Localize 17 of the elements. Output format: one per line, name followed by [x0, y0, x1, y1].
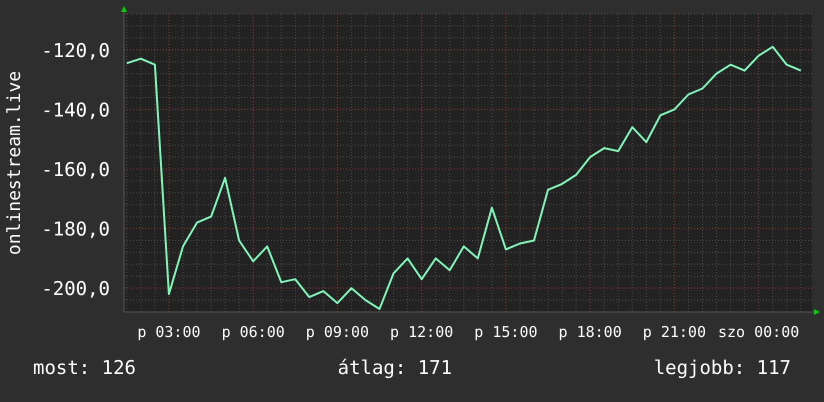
axis-tick-label: -140,0: [41, 99, 110, 122]
axis-tick-label: -160,0: [41, 158, 110, 181]
axis-tick-label: p 12:00: [390, 323, 454, 341]
axis-tick-label: p 03:00: [137, 323, 201, 341]
axis-tick-label: p 18:00: [558, 323, 622, 341]
axis-tick-label: -120,0: [41, 40, 110, 62]
axis-tick-label: -200,0: [41, 278, 110, 300]
axis-tick-label: p 06:00: [222, 323, 285, 341]
axis-tick-label: p 15:00: [474, 323, 538, 341]
axis-tick-label: p 21:00: [642, 323, 706, 341]
legend-stat: most: 126: [33, 356, 136, 381]
axis-tick-label: szo 00:00: [718, 323, 800, 341]
axis-title: onlinestream.live: [4, 70, 25, 256]
legend-stat: átlag: 171: [338, 356, 452, 381]
legend-stat: legjobb: 117: [654, 356, 791, 381]
axis-tick-label: -180,0: [41, 218, 110, 241]
axis-tick-label: p 09:00: [306, 323, 370, 341]
